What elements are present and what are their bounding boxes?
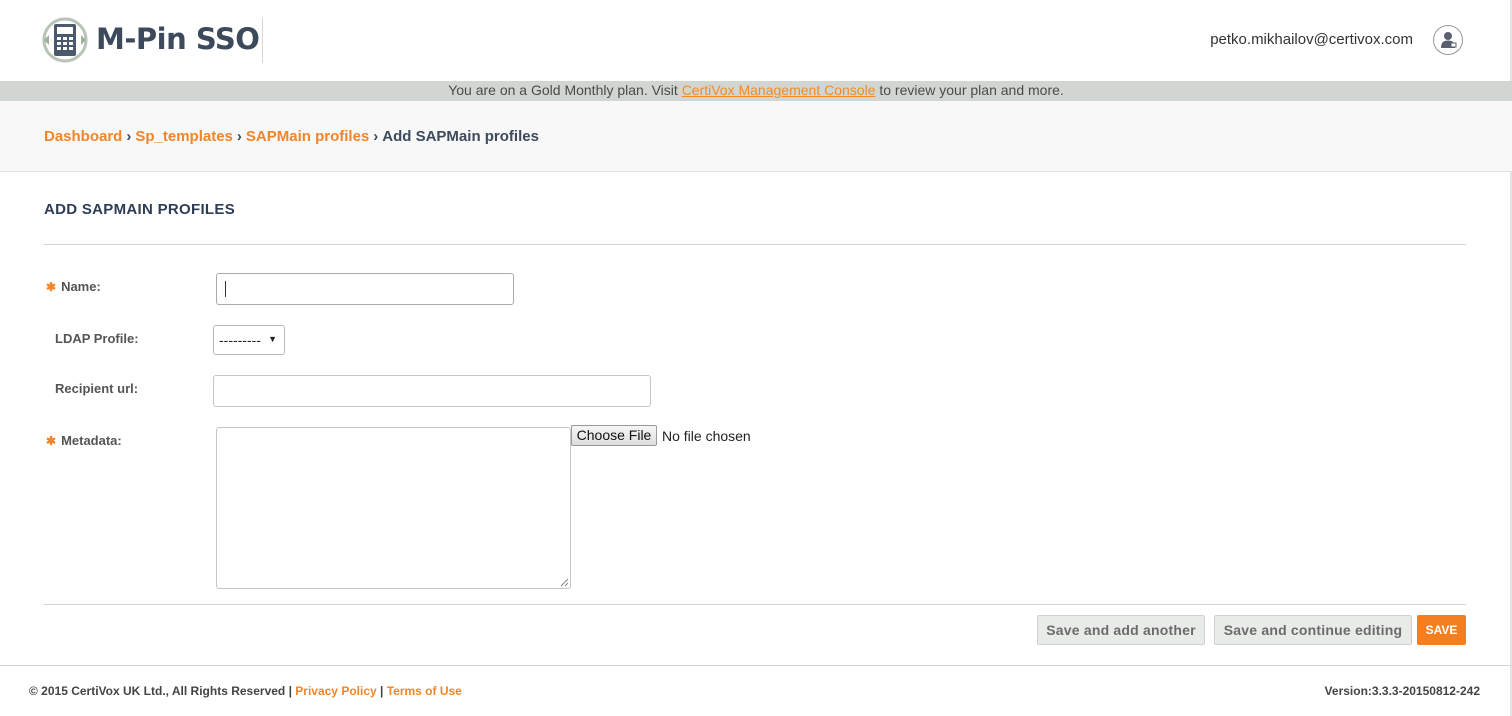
user-avatar-icon[interactable]	[1433, 25, 1463, 55]
footer-copyright: © 2015 CertiVox UK Ltd., All Rights Rese…	[29, 684, 462, 698]
footer-separator: |	[285, 684, 296, 698]
privacy-policy-link[interactable]: Privacy Policy	[295, 684, 376, 698]
copyright-text: © 2015 CertiVox UK Ltd., All Rights Rese…	[29, 684, 286, 698]
recipient-url-input[interactable]	[213, 375, 651, 407]
required-marker-icon: ✱	[46, 434, 57, 448]
name-input[interactable]	[216, 273, 514, 305]
choose-file-button[interactable]: Choose File	[571, 425, 657, 446]
footer-separator: |	[376, 684, 387, 698]
footer-divider	[0, 665, 1512, 666]
breadcrumb-current: Add SAPMain profiles	[382, 128, 539, 145]
required-marker-icon: ✱	[46, 280, 57, 294]
resize-grip-icon[interactable]	[560, 578, 569, 587]
management-console-link[interactable]: CertiVox Management Console	[682, 82, 876, 98]
metadata-label-text: Metadata:	[61, 433, 122, 448]
breadcrumb-sapmain-profiles[interactable]: SAPMain profiles	[246, 128, 369, 145]
ldap-profile-selected: ---------	[219, 332, 261, 348]
breadcrumb-sp-templates[interactable]: Sp_templates	[135, 128, 233, 145]
name-label-text: Name:	[61, 279, 101, 294]
actions-divider	[44, 604, 1466, 605]
breadcrumb-separator: ›	[236, 128, 242, 145]
version-text: Version:3.3.3-20150812-242	[1324, 684, 1480, 698]
save-button[interactable]: SAVE	[1417, 615, 1466, 645]
brand-name[interactable]: M-Pin SSO	[96, 22, 260, 56]
title-divider	[44, 244, 1466, 245]
header-divider	[262, 18, 263, 63]
metadata-label: ✱ Metadata:	[46, 433, 122, 448]
name-label: ✱ Name:	[46, 279, 101, 294]
plan-text-suffix: to review your plan and more.	[875, 82, 1064, 98]
terms-of-use-link[interactable]: Terms of Use	[387, 684, 462, 698]
breadcrumb-separator: ›	[373, 128, 379, 145]
user-email[interactable]: petko.mikhailov@certivox.com	[1210, 31, 1413, 48]
file-status-text: No file chosen	[662, 428, 751, 444]
recipient-url-label: Recipient url:	[55, 381, 139, 396]
page-title: ADD SAPMAIN PROFILES	[44, 201, 236, 218]
ldap-profile-label: LDAP Profile:	[55, 331, 139, 346]
breadcrumb: Dashboard › Sp_templates › SAPMain profiles ›…	[44, 128, 539, 145]
ldap-profile-select[interactable]: --------- ▼	[213, 325, 285, 355]
plan-banner: You are on a Gold Monthly plan. Visit Ce…	[0, 81, 1512, 101]
breadcrumb-bar: Dashboard › Sp_templates › SAPMain profiles ›…	[0, 101, 1512, 172]
breadcrumb-dashboard[interactable]: Dashboard	[44, 128, 122, 145]
text-caret	[225, 281, 226, 297]
dropdown-arrow-icon: ▼	[268, 334, 277, 344]
save-and-add-another-button[interactable]: Save and add another	[1037, 615, 1205, 645]
save-and-continue-button[interactable]: Save and continue editing	[1214, 615, 1412, 645]
top-header: M-Pin SSO petko.mikhailov@certivox.com	[0, 0, 1512, 81]
metadata-textarea[interactable]	[216, 427, 571, 589]
plan-text-prefix: You are on a Gold Monthly plan. Visit	[448, 82, 682, 98]
breadcrumb-separator: ›	[126, 128, 132, 145]
calculator-logo-icon[interactable]	[42, 17, 88, 63]
